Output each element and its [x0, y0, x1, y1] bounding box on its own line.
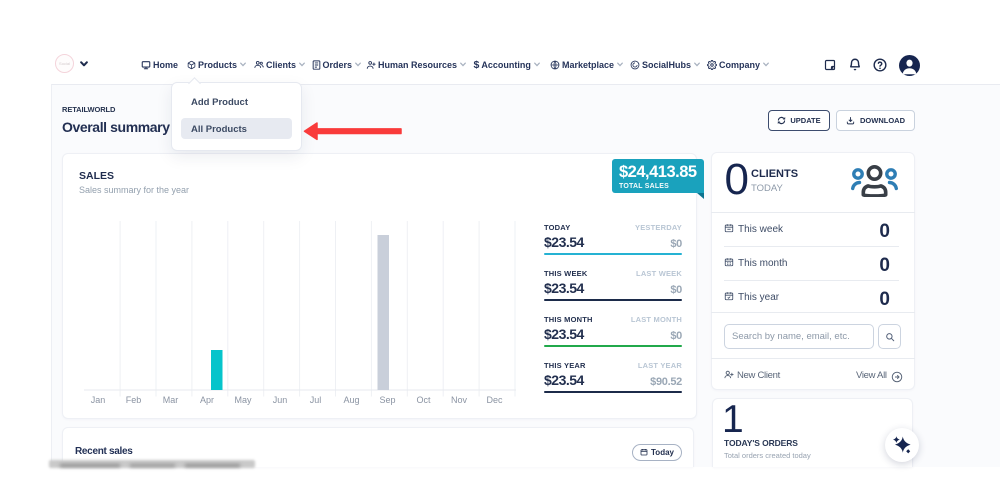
svg-text:Oct: Oct: [416, 395, 431, 405]
svg-text:Feb: Feb: [126, 395, 142, 405]
svg-text:Jul: Jul: [310, 395, 322, 405]
svg-text:Apr: Apr: [200, 395, 214, 405]
svg-text:Mar: Mar: [163, 395, 179, 405]
svg-text:Aug: Aug: [343, 395, 359, 405]
svg-text:Dec: Dec: [486, 395, 503, 405]
svg-text:Jun: Jun: [273, 395, 288, 405]
svg-text:May: May: [234, 395, 252, 405]
svg-text:Nov: Nov: [451, 395, 468, 405]
svg-text:Jan: Jan: [91, 395, 106, 405]
svg-text:Sep: Sep: [379, 395, 395, 405]
